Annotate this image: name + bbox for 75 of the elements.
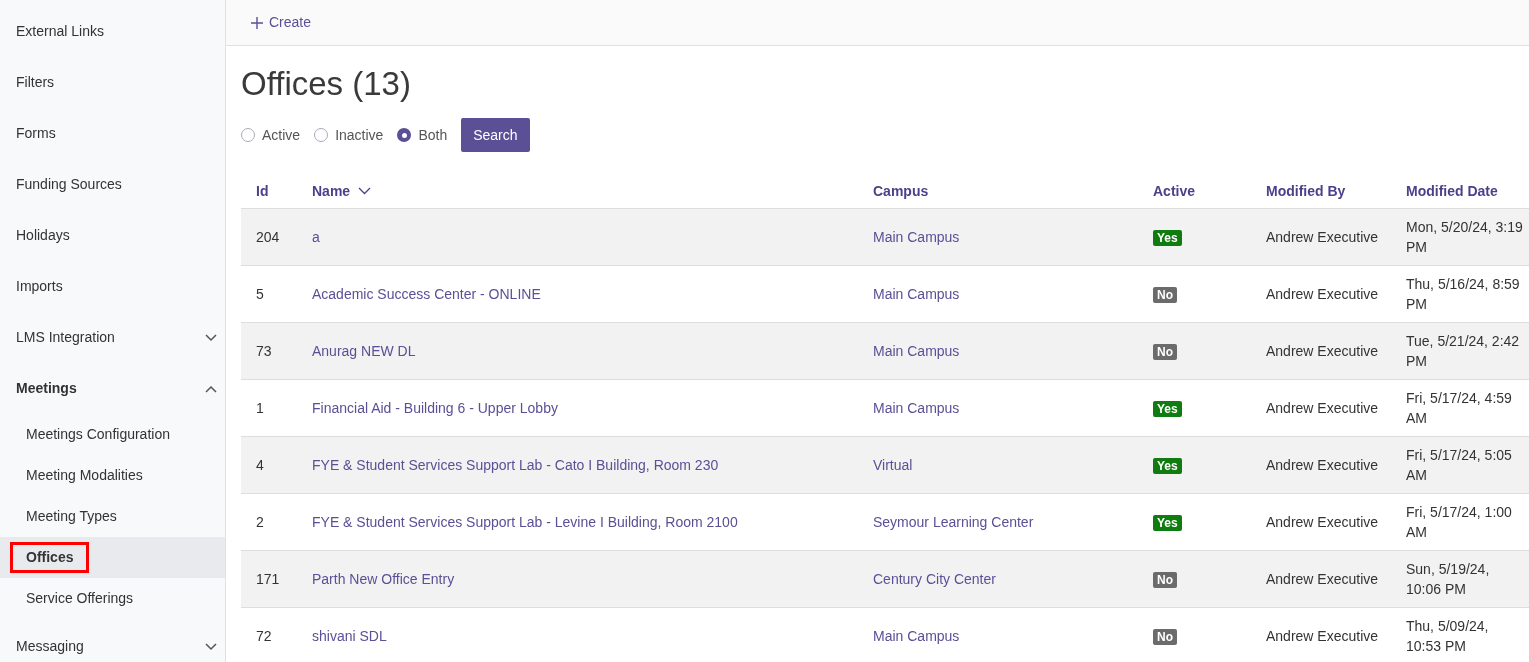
table-cell: 2	[256, 513, 264, 530]
office-link[interactable]: FYE & Student Services Support Lab - Cato I Building, Room 230	[312, 456, 719, 473]
table-cell-text: Fri, 5/17/24, 4:59 AM	[1406, 389, 1513, 428]
sidebar-subitem[interactable]: Meeting Modalities	[0, 455, 225, 496]
column-header[interactable]: Name	[297, 180, 858, 202]
column-header[interactable]: Active	[1138, 180, 1251, 202]
office-link[interactable]: Anurag NEW DL	[312, 342, 416, 359]
status-badge: No	[1153, 286, 1177, 303]
status-badge: No	[1153, 628, 1177, 645]
campus-link[interactable]: Main Campus	[873, 399, 960, 416]
table-cell: Andrew Executive	[1266, 285, 1379, 302]
radio-option[interactable]: Inactive	[314, 124, 384, 146]
radio-option[interactable]: Active	[241, 124, 301, 146]
sidebar-subitem[interactable]: Meetings Configuration	[0, 414, 225, 455]
sidebar-item[interactable]: Messaging	[0, 621, 225, 662]
office-link[interactable]: Academic Success Center - ONLINE	[312, 285, 541, 302]
status-badge: No	[1153, 343, 1177, 360]
table-cell: 73	[256, 342, 272, 359]
sidebar-item[interactable]: Meetings	[0, 363, 225, 414]
status-badge: Yes	[1153, 514, 1182, 531]
table-cell: Andrew Executive	[1266, 399, 1379, 416]
sidebar-subitem[interactable]: Offices	[0, 537, 225, 578]
column-header[interactable]: Campus	[858, 180, 1138, 202]
sidebar-subitem[interactable]: Service Offerings	[0, 578, 225, 619]
office-link[interactable]: Financial Aid - Building 6 - Upper Lobby	[312, 399, 558, 416]
sidebar-subitem[interactable]: Meeting Types	[0, 496, 225, 537]
campus-link[interactable]: Main Campus	[873, 285, 960, 302]
sidebar-item[interactable]: Filters	[0, 57, 225, 108]
campus-link[interactable]: Century City Center	[873, 570, 996, 587]
table-cell: Andrew Executive	[1266, 627, 1379, 644]
search-button[interactable]: Search	[461, 118, 530, 152]
table-cell: Andrew Executive	[1266, 513, 1379, 530]
office-link[interactable]: a	[312, 228, 320, 245]
campus-link[interactable]: Main Campus	[873, 228, 960, 245]
column-header[interactable]: Id	[241, 180, 297, 202]
status-badge: Yes	[1153, 400, 1182, 417]
campus-link[interactable]: Virtual	[873, 456, 913, 473]
radio-option[interactable]: Both	[397, 124, 448, 146]
office-link[interactable]: shivani SDL	[312, 627, 387, 644]
campus-link[interactable]: Main Campus	[873, 627, 960, 644]
table-cell: Andrew Executive	[1266, 456, 1379, 473]
table-cell-text: Sun, 5/19/24, 10:06 PM	[1406, 560, 1491, 599]
sidebar-item[interactable]: Forms	[0, 108, 225, 159]
campus-link[interactable]: Main Campus	[873, 342, 960, 359]
table-cell: 5	[256, 285, 264, 302]
table-cell-text: Mon, 5/20/24, 3:19 PM	[1406, 218, 1524, 257]
table-cell: Andrew Executive	[1266, 228, 1379, 245]
status-badge: No	[1153, 571, 1177, 588]
table-cell: Andrew Executive	[1266, 570, 1379, 587]
campus-link[interactable]: Seymour Learning Center	[873, 513, 1034, 530]
office-link[interactable]: FYE & Student Services Support Lab - Levine I Building, Room 2100	[312, 513, 738, 530]
office-link[interactable]: Parth New Office Entry	[312, 570, 455, 587]
sidebar-item[interactable]: LMS Integration	[0, 312, 225, 363]
plus-icon	[251, 16, 263, 29]
table-cell-text: Thu, 5/16/24, 8:59 PM	[1406, 275, 1521, 314]
sidebar-item[interactable]: Imports	[0, 261, 225, 312]
table-cell: 171	[256, 570, 280, 587]
sidebar-item[interactable]: Holidays	[0, 210, 225, 261]
status-badge: Yes	[1153, 457, 1182, 474]
table-cell: 204	[256, 228, 280, 245]
table-cell: 72	[256, 627, 272, 644]
page-title: Offices (13)	[241, 64, 412, 104]
table-cell: 1	[256, 399, 264, 416]
status-badge: Yes	[1153, 229, 1182, 246]
table-cell: Andrew Executive	[1266, 342, 1379, 359]
table-cell: 4	[256, 456, 264, 473]
create-button[interactable]: Create	[251, 12, 312, 33]
table-cell-text: Thu, 5/09/24, 10:53 PM	[1406, 617, 1490, 656]
table-cell-text: Fri, 5/17/24, 5:05 AM	[1406, 446, 1513, 485]
column-header[interactable]: Modified By	[1251, 180, 1391, 202]
table-cell-text: Fri, 5/17/24, 1:00 AM	[1406, 503, 1513, 542]
column-header[interactable]: Modified Date	[1391, 180, 1529, 202]
sidebar-item[interactable]: External Links	[0, 6, 225, 57]
table-cell-text: Tue, 5/21/24, 2:42 PM	[1406, 332, 1521, 371]
sidebar-item[interactable]: Funding Sources	[0, 159, 225, 210]
